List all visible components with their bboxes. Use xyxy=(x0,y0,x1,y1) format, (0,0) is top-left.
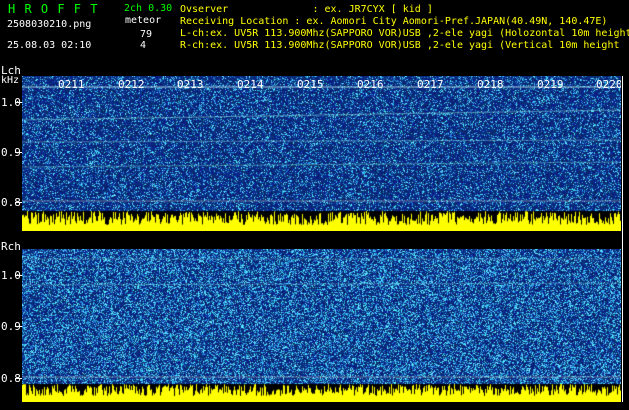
filename-label: 2508030210.png xyxy=(7,19,92,30)
time-mark-0217: 0217 xyxy=(417,78,444,91)
lch-tick-mark xyxy=(15,152,22,153)
rch-info-line: R-ch:ex. UV5R 113.900Mhz(SAPPORO VOR)USB… xyxy=(180,40,620,51)
rch-label: Rch xyxy=(1,240,21,253)
lch-spectrogram xyxy=(22,76,621,231)
lch-tick-mark xyxy=(15,102,22,103)
time-mark-0220: 0220 xyxy=(596,78,623,91)
app-title: H R O F F T xyxy=(8,2,99,16)
rch-tick-mark xyxy=(15,275,22,276)
lch-tick-mark xyxy=(15,202,22,203)
time-mark-0219: 0219 xyxy=(537,78,564,91)
mode-label: 2ch 0.30 xyxy=(124,3,173,14)
time-mark-0213: 0213 xyxy=(177,78,204,91)
datetime-label: 25.08.03 02:10 xyxy=(7,40,92,51)
rch-spectrogram-canvas xyxy=(22,249,621,402)
rch-tick-mark xyxy=(15,378,22,379)
time-mark-0215: 0215 xyxy=(297,78,324,91)
time-mark-0214: 0214 xyxy=(237,78,264,91)
time-mark-0211: 0211 xyxy=(58,78,85,91)
rch-spectrogram xyxy=(22,249,621,402)
meteor-count-rch: 4 xyxy=(140,40,147,51)
rch-tick-mark xyxy=(15,326,22,327)
lch-spectrogram-canvas xyxy=(22,76,621,231)
meteor-count-lch: 79 xyxy=(140,29,153,40)
time-mark-0218: 0218 xyxy=(477,78,504,91)
lch-time-axis: 0211 0212 0213 0214 0215 0216 0217 0218 … xyxy=(22,76,629,90)
observer-line: Ovserver : ex. JR7CYX [ kid ] xyxy=(180,4,433,15)
lch-unit-label: kHz xyxy=(1,75,20,86)
location-line: Receiving Location : ex. Aomori City Aom… xyxy=(180,16,608,27)
lch-info-line: L-ch:ex. UV5R 113.900Mhz(SAPPORO VOR)USB… xyxy=(180,28,629,39)
right-edge-line xyxy=(622,76,623,402)
meteor-label: meteor xyxy=(125,15,162,26)
time-mark-0216: 0216 xyxy=(357,78,384,91)
time-mark-0212: 0212 xyxy=(118,78,145,91)
